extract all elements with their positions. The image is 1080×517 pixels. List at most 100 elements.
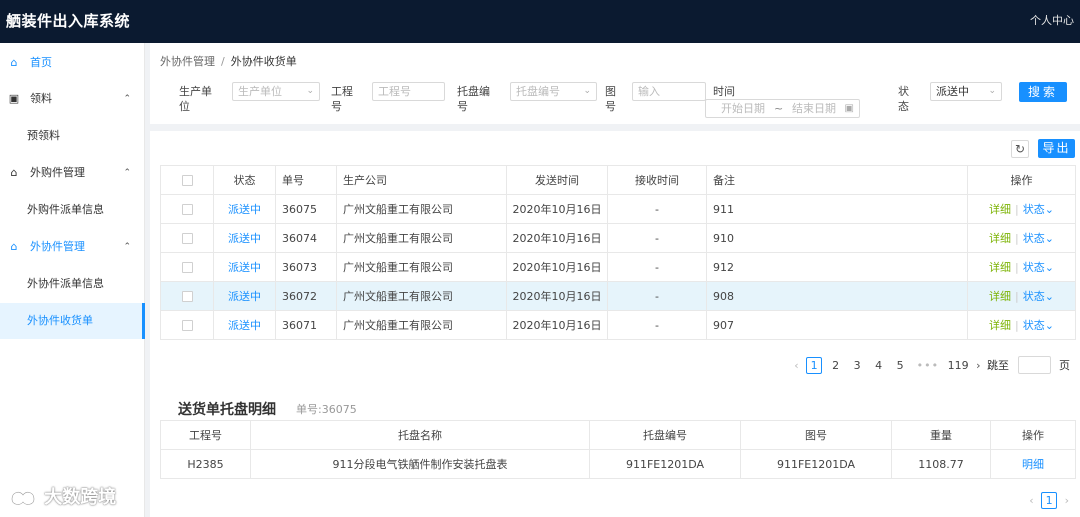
sidebar-item-label: 外购件管理 bbox=[30, 166, 85, 179]
row-send-time: 2020年10月16日 bbox=[506, 252, 608, 282]
chevron-down-icon: ⌄ bbox=[306, 86, 314, 96]
home-icon: ⌂ bbox=[10, 56, 18, 69]
sidebar-item-home[interactable]: ⌂ 首页 bbox=[0, 45, 145, 81]
last-page-button[interactable]: 119 bbox=[948, 359, 969, 372]
page-button[interactable]: 5 bbox=[892, 359, 908, 372]
pallet-detail-table: 工程号 托盘名称 托盘编号 图号 重量 操作 H2385 911分段电气铁舾件制… bbox=[160, 420, 1076, 479]
sidebar-item-outsource-management[interactable]: ⌂ 外协件管理 ⌃ bbox=[0, 229, 145, 265]
date-range-picker[interactable]: 开始日期 ~ 结束日期 ▣ bbox=[705, 99, 860, 118]
sidebar-item-outsource-dispatch[interactable]: 外协件派单信息 bbox=[0, 266, 145, 302]
detail-link[interactable]: 详细 bbox=[989, 232, 1011, 245]
refresh-button[interactable]: ↻ bbox=[1011, 140, 1029, 158]
status-selected-value: 派送中 bbox=[936, 85, 969, 98]
detail-link[interactable]: 明细 bbox=[990, 449, 1076, 479]
page-button[interactable]: 1 bbox=[1041, 492, 1058, 509]
page-button[interactable]: 3 bbox=[849, 359, 865, 372]
row-actions: 详细 | 状态⌄ bbox=[967, 194, 1076, 224]
column-header: 备注 bbox=[706, 165, 968, 195]
row-select-cell bbox=[160, 194, 214, 224]
row-status[interactable]: 派送中 bbox=[213, 281, 276, 311]
table-row[interactable]: 派送中 36073 广州文船重工有限公司 2020年10月16日 - 912 详… bbox=[160, 252, 1076, 282]
drawing-input[interactable]: 输入 bbox=[632, 82, 706, 101]
row-status[interactable]: 派送中 bbox=[213, 310, 276, 340]
search-button[interactable]: 搜索 bbox=[1019, 82, 1067, 102]
status-dropdown[interactable]: 状态⌄ bbox=[1023, 203, 1054, 216]
breadcrumb: 外协件管理 / 外协件收货单 bbox=[160, 53, 297, 69]
project-input[interactable]: 工程号 bbox=[372, 82, 445, 101]
prev-page-button[interactable]: ‹ bbox=[1029, 494, 1033, 507]
status-dropdown[interactable]: 状态⌄ bbox=[1023, 290, 1054, 303]
row-receive-time: - bbox=[607, 223, 707, 253]
status-dropdown[interactable]: 状态⌄ bbox=[1023, 232, 1054, 245]
page-button[interactable]: 1 bbox=[806, 356, 823, 374]
row-note: 908 bbox=[706, 281, 968, 311]
jump-label: 跳至 bbox=[987, 359, 1009, 372]
column-header: 操作 bbox=[967, 165, 1076, 195]
watermark-logo-icon bbox=[10, 491, 36, 506]
row-status[interactable]: 派送中 bbox=[213, 252, 276, 282]
row-select-cell bbox=[160, 281, 214, 311]
date-range-separator: ~ bbox=[774, 102, 784, 115]
prev-page-button[interactable]: ‹ bbox=[794, 359, 798, 372]
status-label: 状态 bbox=[898, 85, 909, 113]
column-header: 重量 bbox=[891, 420, 991, 450]
row-checkbox[interactable] bbox=[181, 204, 193, 215]
start-date-placeholder: 开始日期 bbox=[721, 102, 765, 115]
table-row[interactable]: 派送中 36074 广州文船重工有限公司 2020年10月16日 - 910 详… bbox=[160, 223, 1076, 253]
chevron-down-icon: ⌄ bbox=[1044, 232, 1054, 245]
end-date-placeholder: 结束日期 bbox=[792, 102, 836, 115]
page-button[interactable]: 2 bbox=[828, 359, 844, 372]
sidebar-item-pre-material[interactable]: 预领料 bbox=[0, 118, 145, 154]
refresh-icon: ↻ bbox=[1014, 142, 1026, 156]
breadcrumb-current: 外协件收货单 bbox=[230, 55, 297, 68]
chevron-down-icon: ⌄ bbox=[1044, 261, 1054, 274]
table-row[interactable]: 派送中 36071 广州文船重工有限公司 2020年10月16日 - 907 详… bbox=[160, 310, 1076, 340]
chevron-down-icon: ⌄ bbox=[1044, 290, 1054, 303]
home-icon: ⌂ bbox=[10, 166, 18, 179]
row-checkbox[interactable] bbox=[181, 320, 193, 331]
table-row[interactable]: 派送中 36075 广州文船重工有限公司 2020年10月16日 - 911 详… bbox=[160, 194, 1076, 224]
user-center-link[interactable]: 个人中心 bbox=[1030, 12, 1074, 28]
sidebar-item-purchase-dispatch[interactable]: 外购件派单信息 bbox=[0, 192, 145, 228]
more-pages-icon[interactable]: ••• bbox=[917, 359, 939, 372]
sidebar-item-outsource-receipt[interactable]: 外协件收货单 bbox=[0, 303, 145, 339]
detail-link[interactable]: 详细 bbox=[989, 261, 1011, 274]
page-jump-input[interactable] bbox=[1017, 356, 1051, 374]
row-send-time: 2020年10月16日 bbox=[506, 194, 608, 224]
detail-link[interactable]: 详细 bbox=[989, 290, 1011, 303]
detail-title: 送货单托盘明细 bbox=[178, 402, 276, 418]
next-page-button[interactable]: › bbox=[1065, 494, 1069, 507]
status-dropdown[interactable]: 状态⌄ bbox=[1023, 261, 1054, 274]
producer-select[interactable]: 生产单位 ⌄ bbox=[232, 82, 320, 101]
table-row[interactable]: 派送中 36072 广州文船重工有限公司 2020年10月16日 - 908 详… bbox=[160, 281, 1076, 311]
status-dropdown[interactable]: 状态⌄ bbox=[1023, 319, 1054, 332]
select-all-checkbox[interactable] bbox=[181, 175, 193, 186]
row-status[interactable]: 派送中 bbox=[213, 223, 276, 253]
chevron-down-icon: ⌄ bbox=[988, 86, 996, 96]
row-status[interactable]: 派送中 bbox=[213, 194, 276, 224]
row-note: 910 bbox=[706, 223, 968, 253]
row-checkbox[interactable] bbox=[181, 233, 193, 244]
detail-link[interactable]: 详细 bbox=[989, 319, 1011, 332]
next-page-button[interactable]: › bbox=[976, 359, 980, 372]
pallet-select[interactable]: 托盘编号 ⌄ bbox=[510, 82, 597, 101]
table-row[interactable]: H2385 911分段电气铁舾件制作安装托盘表 911FE1201DA 911F… bbox=[160, 449, 1076, 479]
sidebar-item-purchase-management[interactable]: ⌂ 外购件管理 ⌃ bbox=[0, 155, 145, 191]
column-header: 图号 bbox=[740, 420, 892, 450]
row-actions: 详细 | 状态⌄ bbox=[967, 223, 1076, 253]
breadcrumb-parent[interactable]: 外协件管理 bbox=[160, 55, 215, 68]
status-dropdown-label: 状态 bbox=[1022, 232, 1045, 245]
detail-link[interactable]: 详细 bbox=[989, 203, 1011, 216]
row-receive-time: - bbox=[607, 194, 707, 224]
row-checkbox[interactable] bbox=[181, 291, 193, 302]
row-select-cell bbox=[160, 223, 214, 253]
status-dropdown-label: 状态 bbox=[1022, 203, 1045, 216]
sidebar-item-label: 外协件收货单 bbox=[27, 314, 93, 327]
row-receive-time: - bbox=[607, 310, 707, 340]
column-header: 托盘编号 bbox=[589, 420, 741, 450]
export-button[interactable]: 导出 bbox=[1038, 139, 1075, 158]
status-select[interactable]: 派送中 ⌄ bbox=[930, 82, 1002, 101]
page-button[interactable]: 4 bbox=[871, 359, 887, 372]
row-checkbox[interactable] bbox=[181, 262, 193, 273]
sidebar-item-material[interactable]: ▣ 领料 ⌃ bbox=[0, 81, 145, 117]
